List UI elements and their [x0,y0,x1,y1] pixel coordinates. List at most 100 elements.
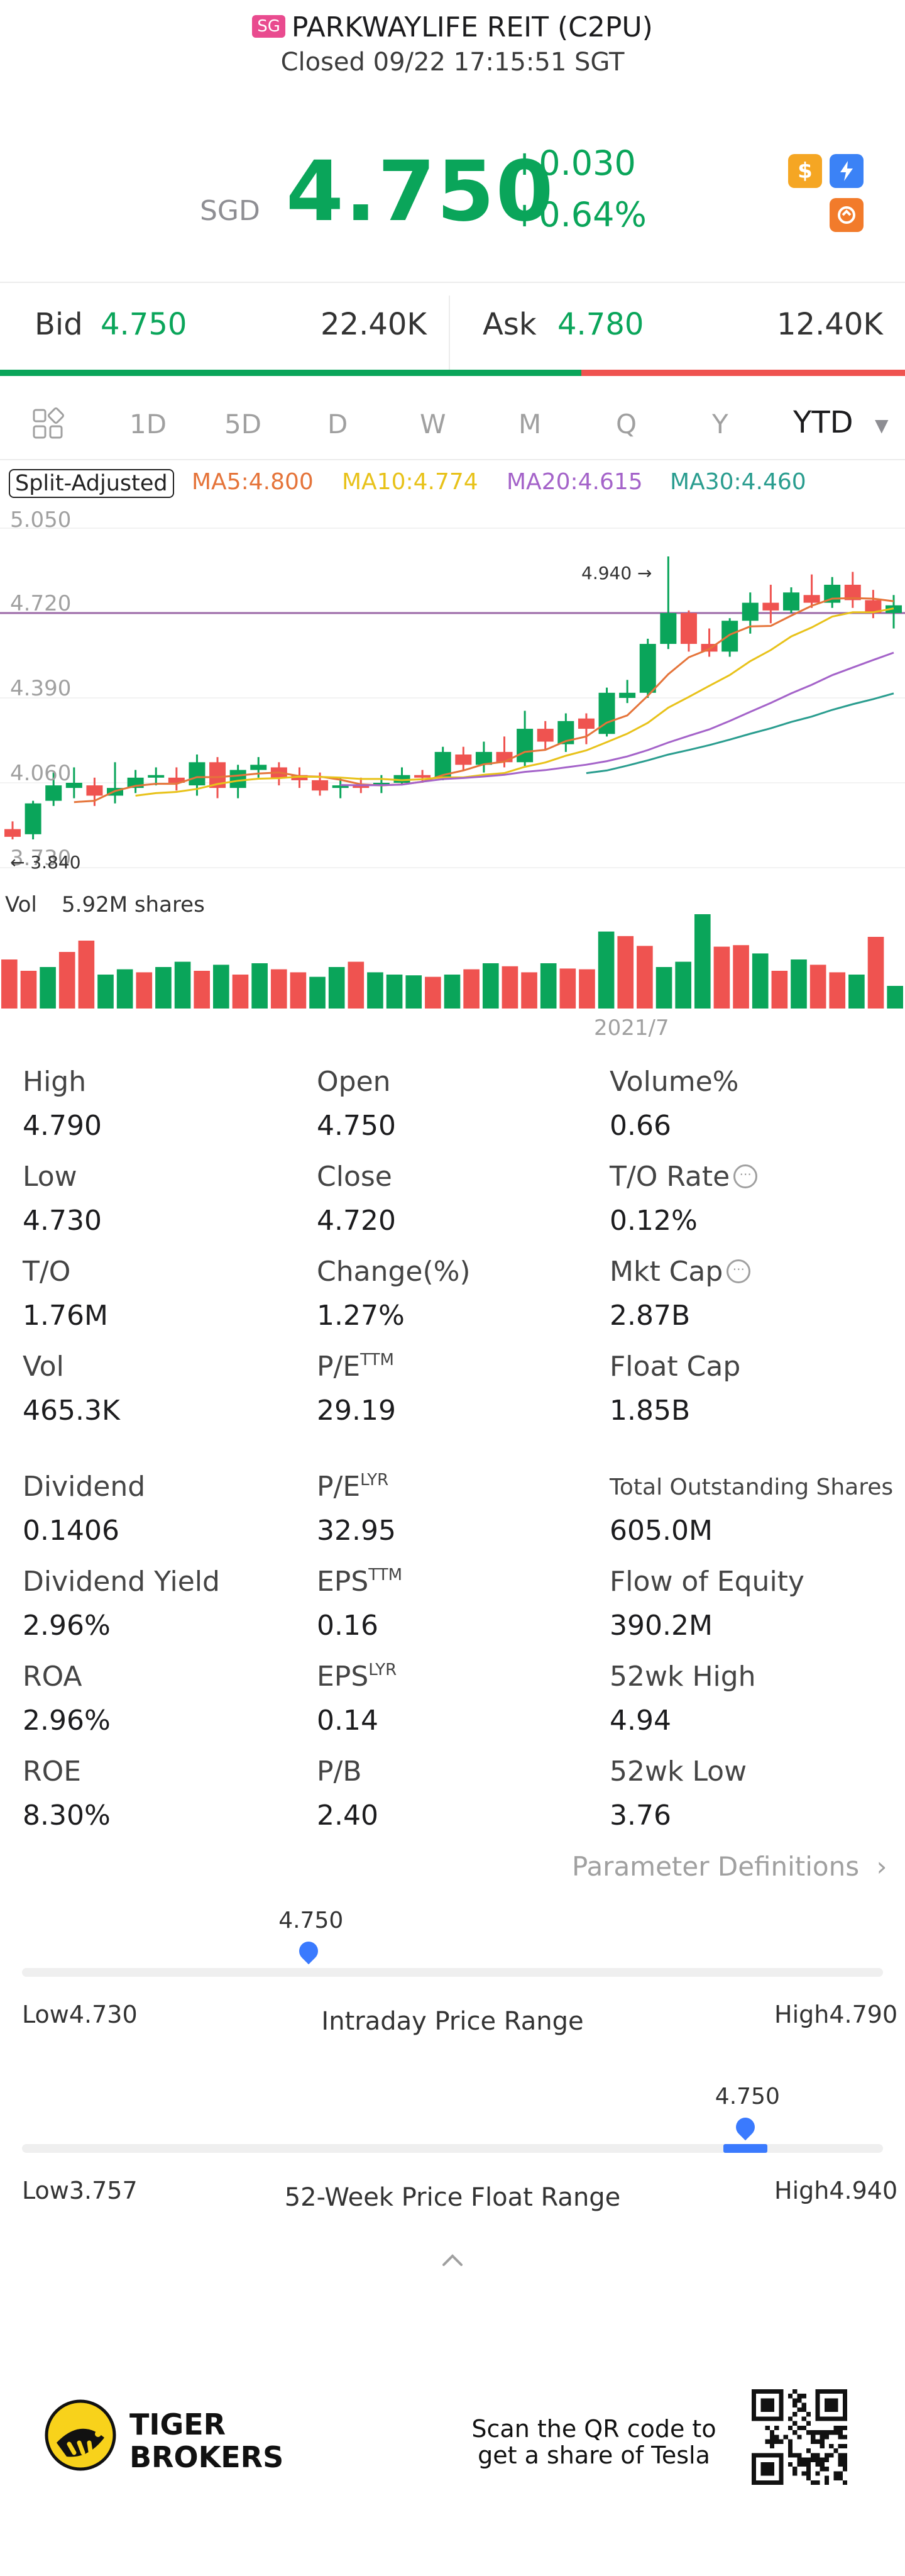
volume-bar [887,986,903,1009]
parameter-definitions-link[interactable]: Parameter Definitions › [572,1851,887,1882]
candle-body [4,829,21,837]
stat-value: 465.3K [23,1395,120,1427]
ma30-legend: MA30:4.460 [670,469,806,495]
ma10-line [135,607,894,797]
tab-y[interactable]: Y [712,409,728,439]
qr-module [765,2425,770,2431]
qr-module [797,2462,802,2467]
tab-d[interactable]: D [327,409,348,439]
qr-module [797,2407,802,2413]
stat-label: ROE [23,1755,82,1788]
qr-module [801,2457,806,2462]
ma20-legend: MA20:4.615 [507,469,643,495]
candle-body [619,692,636,698]
qr-module [838,2435,843,2440]
volume-bar [348,961,365,1009]
chevron-down-icon[interactable]: ▼ [875,415,889,436]
volume-bar [752,953,769,1009]
y-tick-label: 4.390 [10,676,71,701]
stat-value: 1.27% [317,1300,405,1332]
qr-module [811,2453,816,2458]
dollar-icon[interactable]: $ [788,154,822,188]
volume-bar [771,971,788,1009]
tab-q[interactable]: Q [616,409,637,439]
tab-w[interactable]: W [420,409,446,439]
info-icon[interactable]: ··· [733,1164,758,1188]
volume-bar [598,931,615,1009]
stat-value: 1.76M [23,1300,108,1332]
volume-bar [502,966,518,1009]
qr-module [829,2453,834,2458]
chevron-up-icon[interactable] [440,2248,465,2274]
qr-module [787,2394,793,2399]
qr-module [797,2398,802,2403]
qr-module [793,2412,798,2417]
week52-marker [732,2113,759,2141]
volume-bar [425,976,441,1009]
volume-bar [579,969,595,1009]
stat-label: Low [23,1161,77,1193]
qr-module [820,2439,825,2444]
qr-module [842,2425,847,2431]
intraday-high-value: 4.790 [829,2001,898,2028]
stat-value: 4.790 [23,1110,102,1142]
qr-caption: Scan the QR code to get a share of Tesla [471,2415,716,2469]
qr-module [833,2448,838,2453]
low-marker-label: ← 3.840 [10,852,81,873]
stat-value: 3.76 [610,1799,671,1832]
candle-body [86,785,103,796]
volume-bar [78,941,95,1009]
split-adjusted-toggle[interactable]: Split-Adjusted [9,469,174,498]
info-icon[interactable]: ··· [727,1259,751,1283]
volume-bar [136,972,153,1009]
qr-module [838,2430,843,2435]
qr-module [815,2453,820,2458]
qr-module [838,2471,843,2476]
stat-label: Total Outstanding Shares [610,1474,894,1500]
candle-body [189,762,206,786]
qr-module [787,2443,793,2449]
volume-bar [58,952,75,1009]
swap-icon[interactable] [830,198,864,232]
grid-icon[interactable] [31,407,64,440]
qr-code[interactable] [752,2389,847,2485]
stat-value: 0.14 [317,1705,378,1737]
qr-module [806,2475,811,2480]
candle-body [578,718,595,729]
x-axis-label: 2021/7 [594,1015,669,1041]
qr-module [806,2457,811,2462]
qr-finder [824,2398,838,2413]
intraday-marker [295,1937,322,1965]
qr-module [801,2402,806,2407]
qr-module [801,2471,806,2476]
volume-bar [405,975,422,1009]
stat-label-sup: LYR [360,1471,389,1490]
flash-icon[interactable] [830,154,864,188]
candle-body [660,613,677,644]
qr-module [787,2453,793,2458]
stat-label-sup: TTM [360,1351,394,1369]
y-tick-label: 4.720 [10,591,71,616]
stat-value: 4.720 [317,1205,396,1237]
qr-module [820,2430,825,2435]
period-tabs: 1D 5D D W M Q Y YTD ▼ [0,390,905,453]
qr-module [820,2435,825,2440]
volume-bar [809,965,826,1009]
volume-bar [20,971,37,1009]
tab-1d[interactable]: 1D [129,409,167,439]
volume-bar [270,969,287,1009]
qr-module [815,2439,820,2444]
qr-module [793,2421,798,2426]
ma30-line [586,692,894,775]
candle-body [312,780,329,791]
qr-module [833,2425,838,2431]
tab-ytd[interactable]: YTD [793,405,853,440]
tab-m[interactable]: M [518,409,541,439]
candle-body [639,644,656,693]
tab-5d[interactable]: 5D [224,409,261,439]
qr-module [842,2467,847,2472]
price-chart[interactable]: 5.0504.7204.3904.0603.7304.940 →← 3.840V… [0,503,905,1056]
intraday-track [22,1968,883,1977]
qr-module [815,2430,820,2435]
week52-current-value: 4.750 [715,2084,780,2109]
